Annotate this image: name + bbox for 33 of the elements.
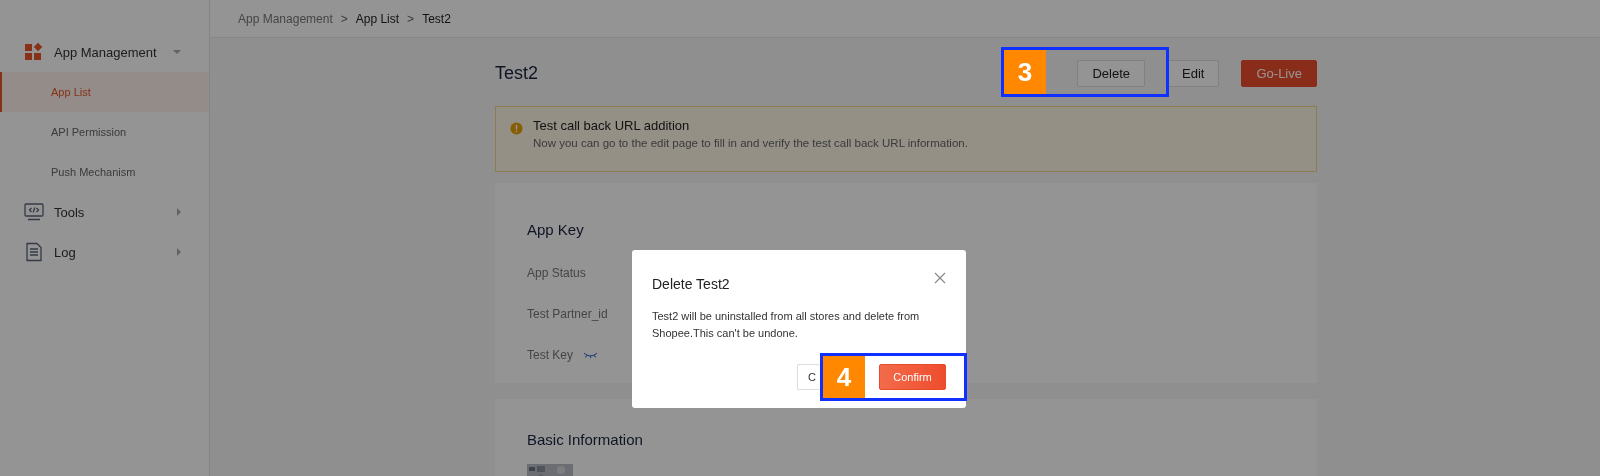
- close-icon[interactable]: [934, 272, 946, 284]
- field-label: App Status: [527, 265, 586, 280]
- action-button[interactable]: Edit: [1167, 59, 1220, 87]
- sidebar-subitem[interactable]: API Permission: [0, 112, 209, 152]
- sidebar-item[interactable]: Tools: [0, 192, 209, 232]
- breadcrumb-separator: >: [407, 11, 415, 26]
- dialog-button[interactable]: Confirm: [879, 364, 946, 390]
- step-badge: 4: [823, 356, 865, 398]
- code-monitor-icon: [24, 202, 44, 222]
- page-title: Test2: [495, 62, 539, 84]
- section-title: Basic Information: [527, 431, 644, 448]
- alert-title: Test call back URL addition: [533, 118, 691, 133]
- action-button[interactable]: Go-Live: [1241, 59, 1317, 87]
- breadcrumb-link[interactable]: Test2: [422, 11, 451, 26]
- field-label: Test Key: [527, 347, 574, 362]
- sidebar-item[interactable]: App Management: [0, 32, 209, 72]
- sidebar-subitem[interactable]: Push Mechanism: [0, 152, 209, 192]
- section-title: App Key: [527, 221, 585, 238]
- dialog-button[interactable]: C: [797, 364, 820, 390]
- dialog-title: Delete Test2: [652, 276, 730, 292]
- sidebar-item[interactable]: Log: [0, 232, 209, 272]
- document-icon: [24, 242, 44, 262]
- apps-icon: [24, 42, 44, 62]
- breadcrumb-link[interactable]: App Management: [238, 11, 333, 26]
- step-badge: 3: [1004, 50, 1046, 94]
- field-label: Test Partner_id: [527, 306, 608, 321]
- breadcrumb-separator: >: [340, 11, 348, 26]
- action-button[interactable]: Delete: [1077, 59, 1146, 87]
- eye-closed-icon[interactable]: [583, 350, 599, 359]
- alert-message: Now you can go to the edit page to fill in and verify the test call back URL information.: [533, 137, 968, 149]
- breadcrumb-link[interactable]: App List: [355, 11, 400, 26]
- warning-icon: [510, 122, 523, 135]
- dialog-message: Test2 will be uninstalled from all stores and delete from Shopee.This can't be undone.: [652, 309, 921, 341]
